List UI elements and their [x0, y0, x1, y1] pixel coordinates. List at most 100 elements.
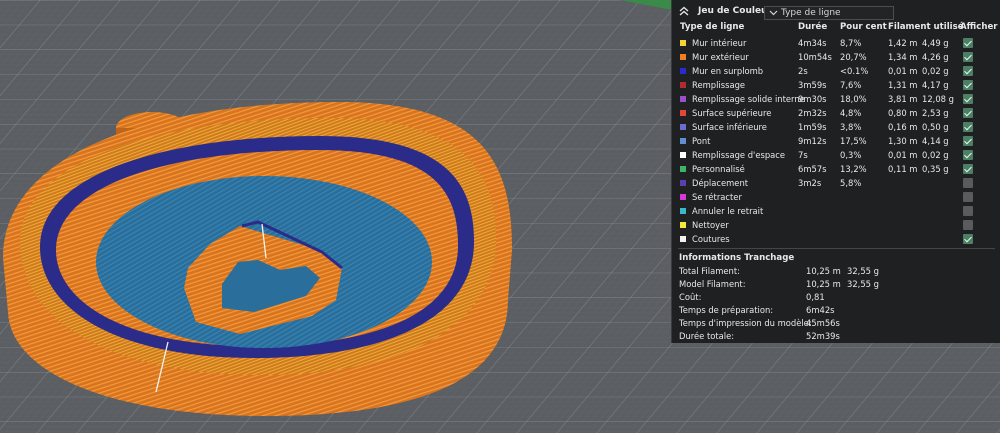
- legend-row[interactable]: Personnalisé 6m57s 13,2% 0,11 m 0,35 g: [672, 163, 1000, 177]
- info-value-1: 0,81: [806, 292, 825, 302]
- chevron-down-icon: [769, 10, 778, 16]
- duration-value: 2s: [798, 66, 808, 76]
- legend-row[interactable]: Mur extérieur 10m54s 20,7% 1,34 m 4,26 g: [672, 51, 1000, 65]
- percent-value: 5,8%: [840, 178, 862, 188]
- color-swatch: [680, 194, 686, 200]
- info-row: Total Filament: 10,25 m 32,55 g: [672, 266, 1000, 279]
- filament-meters: 0,01 m: [888, 66, 918, 76]
- show-checkbox[interactable]: [963, 234, 973, 244]
- filament-meters: 3,81 m: [888, 94, 918, 104]
- show-checkbox[interactable]: [963, 220, 973, 230]
- legend-row[interactable]: Mur intérieur 4m34s 8,7% 1,42 m 4,49 g: [672, 37, 1000, 51]
- color-swatch: [680, 180, 686, 186]
- info-value-1: 52m39s: [806, 331, 840, 341]
- show-checkbox[interactable]: [963, 52, 973, 62]
- color-swatch: [680, 222, 686, 228]
- duration-value: 9m30s: [798, 94, 827, 104]
- show-checkbox[interactable]: [963, 178, 973, 188]
- legend-title: Jeu de Couleur: [698, 6, 772, 16]
- legend-row[interactable]: Déplacement 3m2s 5,8%: [672, 177, 1000, 191]
- filament-meters: 0,16 m: [888, 122, 918, 132]
- legend-row[interactable]: Surface supérieure 2m32s 4,8% 0,80 m 2,53 g: [672, 107, 1000, 121]
- show-checkbox[interactable]: [963, 80, 973, 90]
- color-swatch: [680, 138, 686, 144]
- filament-grams: 0,35 g: [922, 164, 949, 174]
- legend-row[interactable]: Annuler le retrait: [672, 205, 1000, 219]
- line-type-select-value: Type de ligne: [781, 8, 841, 18]
- chevron-up-icon[interactable]: [679, 6, 689, 16]
- show-checkbox[interactable]: [963, 108, 973, 118]
- info-label: Model Filament:: [679, 279, 746, 289]
- filament-grams: 2,53 g: [922, 108, 949, 118]
- line-type-label: Remplissage: [692, 80, 746, 90]
- show-checkbox[interactable]: [963, 122, 973, 132]
- show-checkbox[interactable]: [963, 164, 973, 174]
- info-value-1: 10,25 m: [806, 266, 841, 276]
- slicing-info: Total Filament: 10,25 m 32,55 g Model Filam…: [672, 266, 1000, 344]
- percent-value: 4,8%: [840, 108, 862, 118]
- percent-value: 17,5%: [840, 136, 867, 146]
- show-checkbox[interactable]: [963, 94, 973, 104]
- filament-grams: 4,26 g: [922, 52, 949, 62]
- filament-grams: 0,50 g: [922, 122, 949, 132]
- percent-value: 13,2%: [840, 164, 867, 174]
- column-duration: Durée: [798, 22, 828, 32]
- show-checkbox[interactable]: [963, 38, 973, 48]
- duration-value: 3m59s: [798, 80, 827, 90]
- line-type-label: Nettoyer: [692, 220, 729, 230]
- filament-meters: 1,42 m: [888, 38, 918, 48]
- info-label: Temps d'impression du modèle:: [679, 318, 812, 328]
- duration-value: 4m34s: [798, 38, 827, 48]
- column-filament-used: Filament utilisé: [888, 22, 964, 32]
- color-swatch: [680, 124, 686, 130]
- color-swatch: [680, 208, 686, 214]
- info-label: Temps de préparation:: [679, 305, 774, 315]
- filament-grams: 4,14 g: [922, 136, 949, 146]
- duration-value: 6m57s: [798, 164, 827, 174]
- filament-meters: 0,11 m: [888, 164, 918, 174]
- info-row: Durée totale: 52m39s: [672, 331, 1000, 344]
- legend-column-headers: Type de ligne Durée Pour cent Filament u…: [672, 22, 1000, 34]
- legend-row[interactable]: Remplissage solide interne 9m30s 18,0% 3,81…: [672, 93, 1000, 107]
- percent-value: 8,7%: [840, 38, 862, 48]
- show-checkbox[interactable]: [963, 66, 973, 76]
- color-swatch: [680, 68, 686, 74]
- filament-meters: 0,80 m: [888, 108, 918, 118]
- line-type-label: Personnalisé: [692, 164, 745, 174]
- legend-row[interactable]: Pont 9m12s 17,5% 1,30 m 4,14 g: [672, 135, 1000, 149]
- show-checkbox[interactable]: [963, 192, 973, 202]
- show-checkbox[interactable]: [963, 150, 973, 160]
- legend-row[interactable]: Coutures: [672, 233, 1000, 247]
- slicing-info-title: Informations Tranchage: [679, 253, 795, 263]
- percent-value: 3,8%: [840, 122, 862, 132]
- color-swatch: [680, 110, 686, 116]
- line-type-label: Annuler le retrait: [692, 206, 764, 216]
- legend-row[interactable]: Nettoyer: [672, 219, 1000, 233]
- show-checkbox[interactable]: [963, 136, 973, 146]
- filament-meters: 0,01 m: [888, 150, 918, 160]
- line-type-select[interactable]: Type de ligne: [764, 6, 894, 20]
- color-swatch: [680, 236, 686, 242]
- info-row: Temps d'impression du modèle: 45m56s: [672, 318, 1000, 331]
- legend-header: Jeu de Couleur Type de ligne: [672, 2, 1000, 22]
- legend-row[interactable]: Remplissage 3m59s 7,6% 1,31 m 4,17 g: [672, 79, 1000, 93]
- filament-grams: 0,02 g: [922, 150, 949, 160]
- line-type-label: Se rétracter: [692, 192, 742, 202]
- info-label: Durée totale:: [679, 331, 735, 341]
- legend-row[interactable]: Se rétracter: [672, 191, 1000, 205]
- legend-row[interactable]: Surface inférieure 1m59s 3,8% 0,16 m 0,50 g: [672, 121, 1000, 135]
- duration-value: 10m54s: [798, 52, 832, 62]
- color-swatch: [680, 96, 686, 102]
- legend-rows: Mur intérieur 4m34s 8,7% 1,42 m 4,49 g Mur ex…: [672, 37, 1000, 247]
- show-checkbox[interactable]: [963, 206, 973, 216]
- filament-grams: 4,17 g: [922, 80, 949, 90]
- line-type-label: Pont: [692, 136, 711, 146]
- legend-row[interactable]: Mur en surplomb 2s <0.1% 0,01 m 0,02 g: [672, 65, 1000, 79]
- percent-value: 20,7%: [840, 52, 867, 62]
- legend-row[interactable]: Remplissage d'espace 7s 0,3% 0,01 m 0,02 g: [672, 149, 1000, 163]
- info-value-1: 10,25 m: [806, 279, 841, 289]
- percent-value: 7,6%: [840, 80, 862, 90]
- info-value-2: 32,55 g: [847, 266, 879, 276]
- filament-grams: 12,08 g: [922, 94, 954, 104]
- duration-value: 3m2s: [798, 178, 822, 188]
